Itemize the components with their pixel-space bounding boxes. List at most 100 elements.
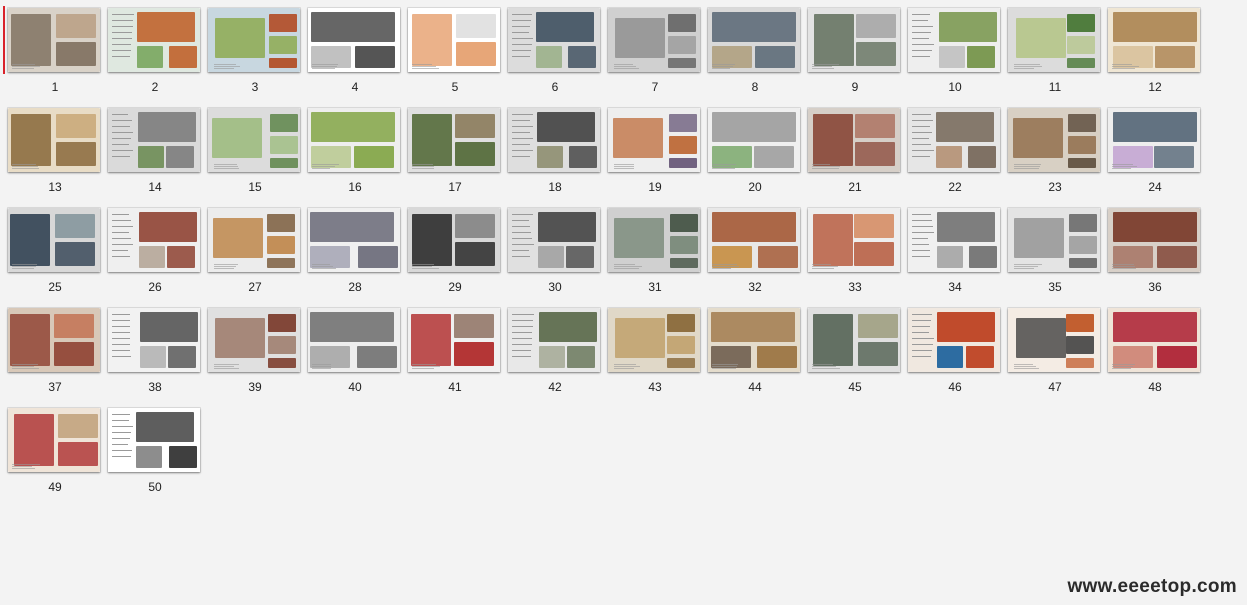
thumbnail-item[interactable]: 19 [600, 100, 700, 195]
thumbnail-item[interactable]: 22 [900, 100, 1000, 195]
thumbnail-item[interactable]: 48 [1100, 300, 1200, 395]
thumbnail-item[interactable]: 20 [700, 100, 800, 195]
thumbnail-item[interactable]: 40 [300, 300, 400, 395]
page-thumbnail-image[interactable] [508, 208, 600, 272]
page-thumbnail-image[interactable] [208, 308, 300, 372]
thumbnail-item[interactable]: 25 [0, 200, 100, 295]
thumbnail-item[interactable]: 12 [1100, 0, 1200, 95]
page-thumbnail-image[interactable] [1108, 8, 1200, 72]
page-thumbnail-image[interactable] [8, 8, 100, 72]
thumbnail-item[interactable]: 41 [400, 300, 500, 395]
thumbnail-item[interactable]: 47 [1000, 300, 1100, 395]
thumbnail-item[interactable]: 30 [500, 200, 600, 295]
thumbnail-item[interactable]: 11 [1000, 0, 1100, 95]
thumbnail-item[interactable]: 13 [0, 100, 100, 195]
page-thumbnail-image[interactable] [908, 308, 1000, 372]
thumbnail-item[interactable]: 33 [800, 200, 900, 295]
page-thumbnail-image[interactable] [8, 408, 100, 472]
page-thumbnail-image[interactable] [508, 8, 600, 72]
page-thumbnail-image[interactable] [808, 308, 900, 372]
thumbnail-item[interactable]: 15 [200, 100, 300, 195]
page-thumbnail-image[interactable] [8, 308, 100, 372]
page-thumbnail-image[interactable] [1008, 308, 1100, 372]
page-thumbnail-image[interactable] [108, 308, 200, 372]
thumbnail-item[interactable]: 1 [0, 0, 100, 95]
thumbnail-item[interactable]: 8 [700, 0, 800, 95]
thumbnail-item[interactable]: 2 [100, 0, 200, 95]
page-thumbnail-image[interactable] [608, 108, 700, 172]
page-thumbnail-image[interactable] [408, 8, 500, 72]
thumbnail-item[interactable]: 14 [100, 100, 200, 195]
thumbnail-item[interactable]: 29 [400, 200, 500, 295]
thumbnail-item[interactable]: 46 [900, 300, 1000, 395]
page-thumbnail-image[interactable] [608, 8, 700, 72]
page-thumbnail-image[interactable] [608, 308, 700, 372]
thumbnail-item[interactable]: 28 [300, 200, 400, 295]
thumbnail-item[interactable]: 5 [400, 0, 500, 95]
page-thumbnail-image[interactable] [708, 8, 800, 72]
thumbnail-item[interactable]: 38 [100, 300, 200, 395]
thumbnail-item[interactable]: 7 [600, 0, 700, 95]
page-thumbnail-image[interactable] [408, 208, 500, 272]
page-thumbnail-image[interactable] [808, 208, 900, 272]
page-thumbnail-image[interactable] [208, 208, 300, 272]
page-thumbnail-image[interactable] [308, 208, 400, 272]
page-thumbnail-image[interactable] [1008, 8, 1100, 72]
page-thumbnail-image[interactable] [408, 108, 500, 172]
thumbnail-item[interactable]: 18 [500, 100, 600, 195]
page-thumbnail-image[interactable] [608, 208, 700, 272]
page-thumbnail-image[interactable] [908, 8, 1000, 72]
thumbnail-item[interactable]: 24 [1100, 100, 1200, 195]
thumbnail-item[interactable]: 23 [1000, 100, 1100, 195]
thumbnail-item[interactable]: 21 [800, 100, 900, 195]
page-thumbnail-image[interactable] [108, 208, 200, 272]
page-thumbnail-image[interactable] [108, 408, 200, 472]
thumbnail-item[interactable]: 4 [300, 0, 400, 95]
thumbnail-item[interactable]: 35 [1000, 200, 1100, 295]
page-thumbnail-image[interactable] [208, 8, 300, 72]
thumbnail-item[interactable]: 39 [200, 300, 300, 395]
thumbnail-item[interactable]: 34 [900, 200, 1000, 295]
thumbnail-item[interactable]: 32 [700, 200, 800, 295]
page-thumbnail-image[interactable] [1108, 208, 1200, 272]
page-thumbnail-image[interactable] [308, 308, 400, 372]
page-thumbnail-image[interactable] [708, 308, 800, 372]
thumbnail-item[interactable]: 16 [300, 100, 400, 195]
thumbnail-item[interactable]: 31 [600, 200, 700, 295]
thumbnail-item[interactable]: 6 [500, 0, 600, 95]
page-thumbnail-image[interactable] [708, 208, 800, 272]
page-thumbnail-image[interactable] [108, 8, 200, 72]
thumbnail-item[interactable]: 49 [0, 400, 100, 495]
page-thumbnail-image[interactable] [708, 108, 800, 172]
page-thumbnail-image[interactable] [508, 308, 600, 372]
page-thumbnail-image[interactable] [808, 108, 900, 172]
thumbnail-item[interactable]: 42 [500, 300, 600, 395]
thumbnail-item[interactable]: 36 [1100, 200, 1200, 295]
thumbnail-item[interactable]: 9 [800, 0, 900, 95]
thumbnail-item[interactable]: 3 [200, 0, 300, 95]
thumbnail-item[interactable]: 44 [700, 300, 800, 395]
page-thumbnail-image[interactable] [1108, 108, 1200, 172]
page-thumbnail-image[interactable] [908, 208, 1000, 272]
thumbnail-item[interactable]: 45 [800, 300, 900, 395]
thumbnail-item[interactable]: 27 [200, 200, 300, 295]
thumbnail-item[interactable]: 43 [600, 300, 700, 395]
page-thumbnail-image[interactable] [1008, 108, 1100, 172]
page-thumbnail-image[interactable] [308, 108, 400, 172]
thumbnail-item[interactable]: 37 [0, 300, 100, 395]
page-thumbnail-image[interactable] [108, 108, 200, 172]
thumbnail-item[interactable]: 50 [100, 400, 200, 495]
page-thumbnail-image[interactable] [308, 8, 400, 72]
page-thumbnail-image[interactable] [808, 8, 900, 72]
page-thumbnail-image[interactable] [508, 108, 600, 172]
page-thumbnail-image[interactable] [8, 108, 100, 172]
page-thumbnail-image[interactable] [1008, 208, 1100, 272]
thumbnail-item[interactable]: 26 [100, 200, 200, 295]
page-thumbnail-image[interactable] [1108, 308, 1200, 372]
page-thumbnail-image[interactable] [8, 208, 100, 272]
page-thumbnail-image[interactable] [908, 108, 1000, 172]
page-thumbnail-image[interactable] [408, 308, 500, 372]
thumbnail-item[interactable]: 17 [400, 100, 500, 195]
page-thumbnail-image[interactable] [208, 108, 300, 172]
thumbnail-item[interactable]: 10 [900, 0, 1000, 95]
